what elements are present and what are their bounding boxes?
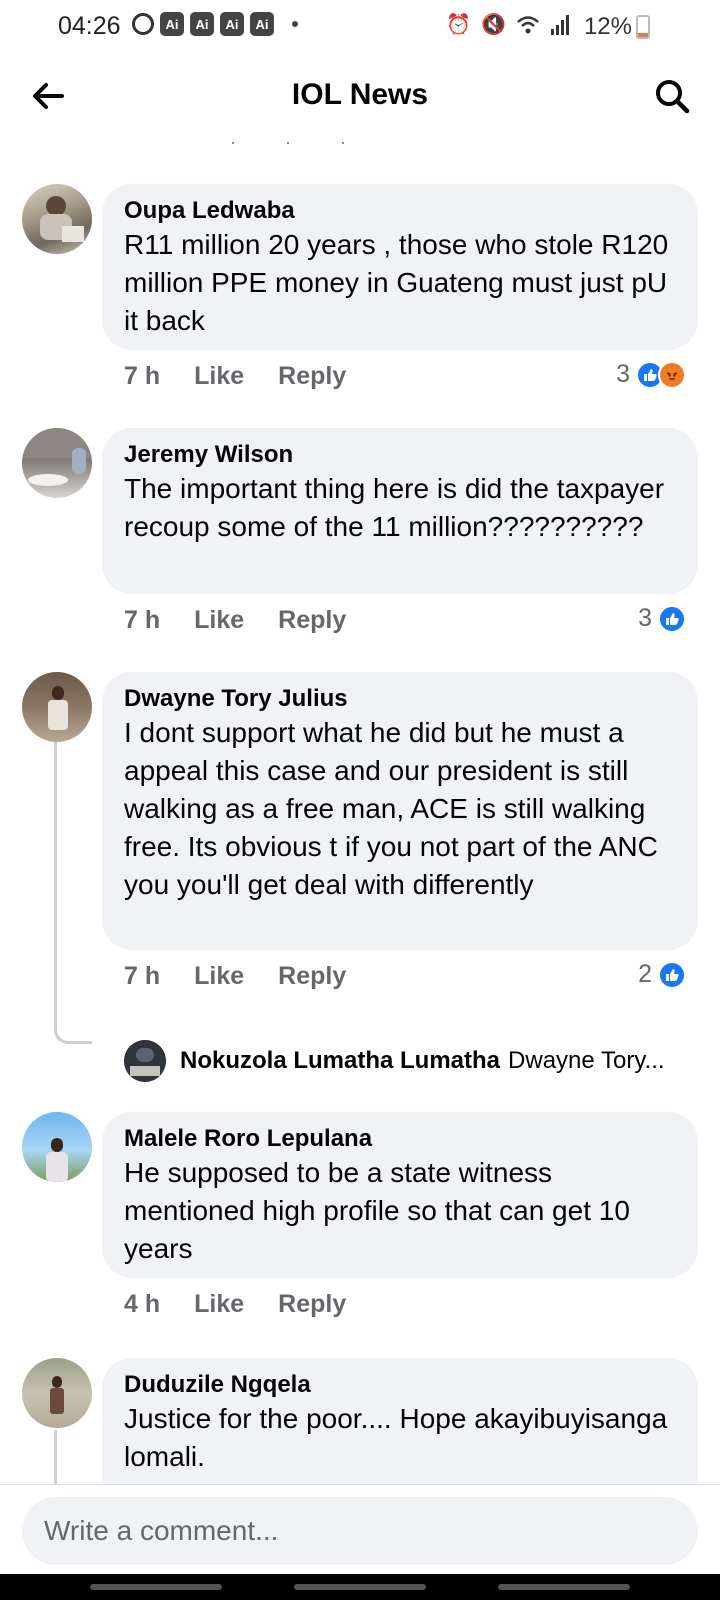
wifi-icon (517, 15, 539, 33)
reply-preview[interactable]: Nokuzola Lumatha Lumatha Dwayne Tory... (124, 1040, 665, 1082)
avatar[interactable] (22, 184, 92, 254)
reply-thread-line (54, 1430, 57, 1484)
comment-text: R11 million 20 years , those who stole R… (124, 229, 669, 336)
avatar[interactable] (124, 1040, 166, 1082)
comment-actions: 7 h Like Reply (124, 362, 346, 391)
comment-composer: Write a comment... (0, 1484, 720, 1574)
reply-thread-line (54, 742, 57, 1022)
reply-snippet: Dwayne Tory... (508, 1047, 665, 1074)
comment-time[interactable]: 7 h (124, 962, 160, 991)
avatar[interactable] (22, 428, 92, 498)
reaction-summary[interactable]: 3 (638, 604, 686, 633)
scrolled-content-remnant: · · · (230, 132, 368, 152)
reaction-summary[interactable]: 2 (638, 960, 686, 989)
signal-icon (551, 14, 569, 35)
battery-icon (636, 15, 650, 39)
mute-icon: 🔇 (481, 14, 506, 36)
comment-author[interactable]: Oupa Ledwaba (124, 196, 676, 226)
comment-input[interactable]: Write a comment... (22, 1497, 698, 1565)
reply-button[interactable]: Reply (278, 1290, 346, 1319)
like-button[interactable]: Like (194, 362, 244, 391)
like-reaction-icon (658, 604, 686, 633)
avatar[interactable] (22, 1358, 92, 1428)
ai-badge-icon: Ai (190, 12, 214, 36)
reply-thread-connector (54, 1014, 92, 1044)
system-navigation-bar (0, 1574, 720, 1600)
sync-icon (132, 13, 154, 35)
comment-time[interactable]: 4 h (124, 1290, 160, 1319)
app-header: IOL News (0, 54, 720, 138)
avatar[interactable] (22, 672, 92, 742)
comment-text: Justice for the poor.... Hope akayibuyis… (124, 1403, 668, 1472)
comment-author[interactable]: Duduzile Ngqela (124, 1370, 676, 1400)
more-notifications-dot-icon (292, 21, 298, 27)
comment-text: I dont support what he did but he must a… (124, 717, 658, 900)
home-button[interactable] (294, 1584, 426, 1590)
search-icon[interactable] (652, 76, 692, 116)
reply-button[interactable]: Reply (278, 606, 346, 635)
reaction-summary[interactable]: 3 (616, 360, 686, 389)
page-title: IOL News (291, 78, 429, 111)
comment-actions: 7 h Like Reply (124, 962, 346, 991)
ai-badge-icon: Ai (220, 12, 244, 36)
like-button[interactable]: Like (194, 962, 244, 991)
reply-button[interactable]: Reply (278, 362, 346, 391)
comment-actions: 4 h Like Reply (124, 1290, 346, 1319)
status-system-icons: ⏰ 🔇 (446, 12, 570, 37)
recent-apps-button[interactable] (90, 1584, 222, 1590)
comment-actions: 7 h Like Reply (124, 606, 346, 635)
ai-badge-icon: Ai (250, 12, 274, 36)
ai-badge-icon: Ai (160, 12, 184, 36)
comment-author[interactable]: Dwayne Tory Julius (124, 684, 676, 714)
status-time: 04:26 (58, 12, 121, 40)
battery-percent: 12% (583, 13, 632, 40)
like-reaction-icon (658, 960, 686, 989)
like-button[interactable]: Like (194, 1290, 244, 1319)
status-bar: 04:26 Ai Ai Ai Ai ⏰ 🔇 12% (0, 0, 720, 54)
reaction-count: 3 (616, 360, 630, 388)
reaction-count: 2 (638, 960, 652, 988)
comment-text: He supposed to be a state witness mentio… (124, 1157, 630, 1264)
comment-author[interactable]: Malele Roro Lepulana (124, 1124, 676, 1154)
like-button[interactable]: Like (194, 606, 244, 635)
comment-bubble[interactable]: Jeremy Wilson The important thing here i… (102, 428, 698, 594)
comment-time[interactable]: 7 h (124, 606, 160, 635)
comment-bubble[interactable]: Malele Roro Lepulana He supposed to be a… (102, 1112, 698, 1278)
reaction-count: 3 (638, 604, 652, 632)
comment-text: The important thing here is did the taxp… (124, 473, 665, 542)
comment-bubble[interactable]: Oupa Ledwaba R11 million 20 years , thos… (102, 184, 698, 350)
comment-author[interactable]: Jeremy Wilson (124, 440, 676, 470)
comment-time[interactable]: 7 h (124, 362, 160, 391)
alarm-icon: ⏰ (446, 14, 472, 36)
angry-reaction-icon (658, 360, 686, 389)
back-button[interactable] (498, 1584, 630, 1590)
comment-bubble[interactable]: Duduzile Ngqela Justice for the poor....… (102, 1358, 698, 1484)
reply-author[interactable]: Nokuzola Lumatha Lumatha (180, 1047, 500, 1075)
status-notification-icons: Ai Ai Ai Ai (132, 12, 298, 36)
comment-bubble[interactable]: Dwayne Tory Julius I dont support what h… (102, 672, 698, 950)
reply-button[interactable]: Reply (278, 962, 346, 991)
avatar[interactable] (22, 1112, 92, 1182)
